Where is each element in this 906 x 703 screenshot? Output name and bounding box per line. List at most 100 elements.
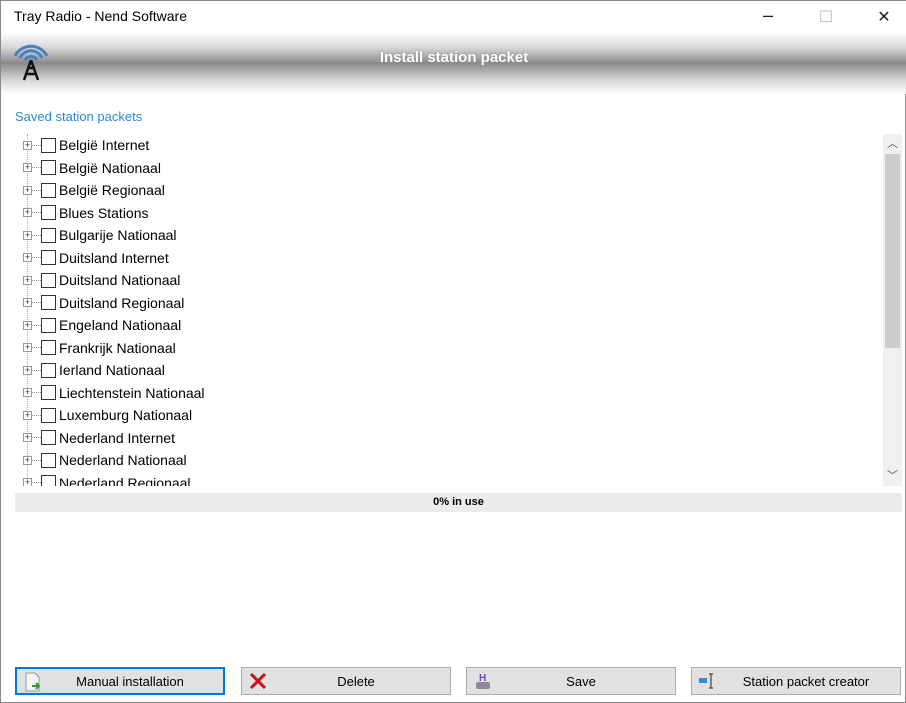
packet-label: Luxemburg Nationaal <box>59 407 193 423</box>
expand-icon[interactable]: + <box>23 455 32 465</box>
tree-connector <box>32 324 41 326</box>
packet-label: Duitsland Regionaal <box>59 294 185 311</box>
tree-item[interactable]: + Blues Stations <box>23 202 149 224</box>
save-button[interactable]: H Save <box>466 667 676 695</box>
expand-icon[interactable]: + <box>23 185 32 195</box>
packet-label: België Nationaal <box>59 159 161 176</box>
tree-item[interactable]: + België Internet <box>23 134 149 156</box>
window-title: Tray Radio - Nend Software <box>14 8 187 24</box>
tree-item[interactable]: + Duitsland Nationaal <box>23 269 180 291</box>
tree-connector <box>32 369 41 371</box>
manual-installation-button[interactable]: Manual installation <box>15 667 225 695</box>
tree-item[interactable]: + België Regionaal <box>23 179 165 201</box>
packet-checkbox[interactable] <box>41 250 56 265</box>
tree-item[interactable]: + Luxemburg Nationaal <box>23 404 192 426</box>
usage-bar: 0% in use <box>15 493 902 512</box>
expand-icon[interactable]: + <box>23 275 32 285</box>
tree-item[interactable]: + Liechtenstein Nationaal <box>23 382 205 404</box>
tree-item[interactable]: + Ierland Nationaal <box>23 359 165 381</box>
delete-label: Delete <box>337 673 375 689</box>
packet-label: Nederland Regionaal <box>59 474 191 487</box>
packet-checkbox[interactable] <box>41 452 56 468</box>
scrollbar[interactable]: ︿ ﹀ <box>883 134 902 486</box>
title-bar: Tray Radio - Nend Software ─ ☐ ✕ <box>1 1 906 32</box>
expand-icon[interactable]: + <box>23 410 32 420</box>
page-title: Install station packet <box>379 49 529 66</box>
packet-checkbox[interactable] <box>41 137 56 153</box>
tree-connector <box>32 482 41 483</box>
packet-label: Liechtenstein Nationaal <box>59 384 205 401</box>
packet-checkbox[interactable] <box>41 407 56 423</box>
tree-item[interactable]: + België Nationaal <box>23 157 161 179</box>
packet-label: Duitsland Internet <box>59 249 169 266</box>
tree-item[interactable]: + Engeland Nationaal <box>23 314 181 336</box>
packet-checkbox[interactable] <box>41 475 56 486</box>
close-button[interactable]: ✕ <box>855 1 906 32</box>
tree-connector <box>32 212 41 213</box>
packet-checkbox[interactable] <box>41 205 56 220</box>
file-import-icon <box>25 672 41 692</box>
tree-connector <box>32 279 41 281</box>
delete-button[interactable]: Delete <box>241 667 451 695</box>
packet-checkbox[interactable] <box>41 160 56 175</box>
packet-checkbox[interactable] <box>41 272 56 288</box>
tree-item[interactable]: + Duitsland Regionaal <box>23 292 184 314</box>
save-disk-icon: H <box>476 673 490 689</box>
packet-checkbox[interactable] <box>41 227 56 243</box>
scroll-up-icon[interactable]: ︿ <box>883 134 902 154</box>
tree-connector <box>32 167 41 168</box>
packet-checkbox[interactable] <box>41 385 56 400</box>
delete-x-icon <box>249 672 267 690</box>
header-banner: Install station packet <box>1 32 906 94</box>
minimize-button[interactable]: ─ <box>739 1 797 32</box>
packet-label: België Internet <box>59 137 150 153</box>
expand-icon[interactable]: + <box>23 320 32 330</box>
tree-connector <box>32 144 41 146</box>
scroll-thumb[interactable] <box>885 154 900 348</box>
packet-checkbox[interactable] <box>41 340 56 355</box>
maximize-button[interactable]: ☐ <box>797 1 855 32</box>
tree-item[interactable]: + Nederland Nationaal <box>23 449 187 471</box>
tree-item[interactable]: + Frankrijk Nationaal <box>23 337 176 359</box>
packet-label: Bulgarije Nationaal <box>59 227 177 243</box>
station-packet-creator-button[interactable]: Station packet creator <box>691 667 901 695</box>
packet-checkbox[interactable] <box>41 182 56 198</box>
expand-icon[interactable]: + <box>23 230 32 240</box>
tree-item[interactable]: + Bulgarije Nationaal <box>23 224 177 246</box>
tree-item[interactable]: + Nederland Regionaal <box>23 472 191 487</box>
packet-checkbox[interactable] <box>41 295 56 310</box>
tree-item[interactable]: + Nederland Internet <box>23 427 175 449</box>
expand-icon[interactable]: + <box>23 253 32 262</box>
station-packet-creator-label: Station packet creator <box>742 673 870 689</box>
packet-label: Blues Stations <box>59 204 149 221</box>
packet-label: Engeland Nationaal <box>59 317 182 333</box>
packet-label: België Regionaal <box>59 182 165 198</box>
tree-connector <box>32 459 41 461</box>
expand-icon[interactable]: + <box>23 433 32 442</box>
packet-label: Nederland Internet <box>59 429 175 446</box>
expand-icon[interactable]: + <box>23 365 32 375</box>
expand-icon[interactable]: + <box>23 140 32 150</box>
text-edit-icon <box>699 673 713 689</box>
tree-connector <box>32 347 41 348</box>
station-packet-tree[interactable]: + België Internet + België Nationaal + België… <box>15 134 902 486</box>
expand-icon[interactable]: + <box>23 208 32 217</box>
packet-label: Frankrijk Nationaal <box>59 339 176 356</box>
tree-connector <box>32 189 41 191</box>
scroll-down-icon[interactable]: ﹀ <box>883 466 902 486</box>
tree-item[interactable]: + Duitsland Internet <box>23 247 169 269</box>
packet-label: Nederland Nationaal <box>59 452 187 468</box>
expand-icon[interactable]: + <box>23 388 32 397</box>
expand-icon[interactable]: + <box>23 163 32 172</box>
section-label: Saved station packets <box>15 109 143 124</box>
tree-connector <box>32 392 41 393</box>
expand-icon[interactable]: + <box>23 478 32 486</box>
packet-checkbox[interactable] <box>41 430 56 445</box>
expand-icon[interactable]: + <box>23 343 32 352</box>
packet-checkbox[interactable] <box>41 362 56 378</box>
tree-connector <box>32 302 41 303</box>
packet-checkbox[interactable] <box>41 317 56 333</box>
expand-icon[interactable]: + <box>23 298 32 307</box>
manual-installation-label: Manual installation <box>76 673 184 689</box>
packet-label: Duitsland Nationaal <box>59 272 181 288</box>
